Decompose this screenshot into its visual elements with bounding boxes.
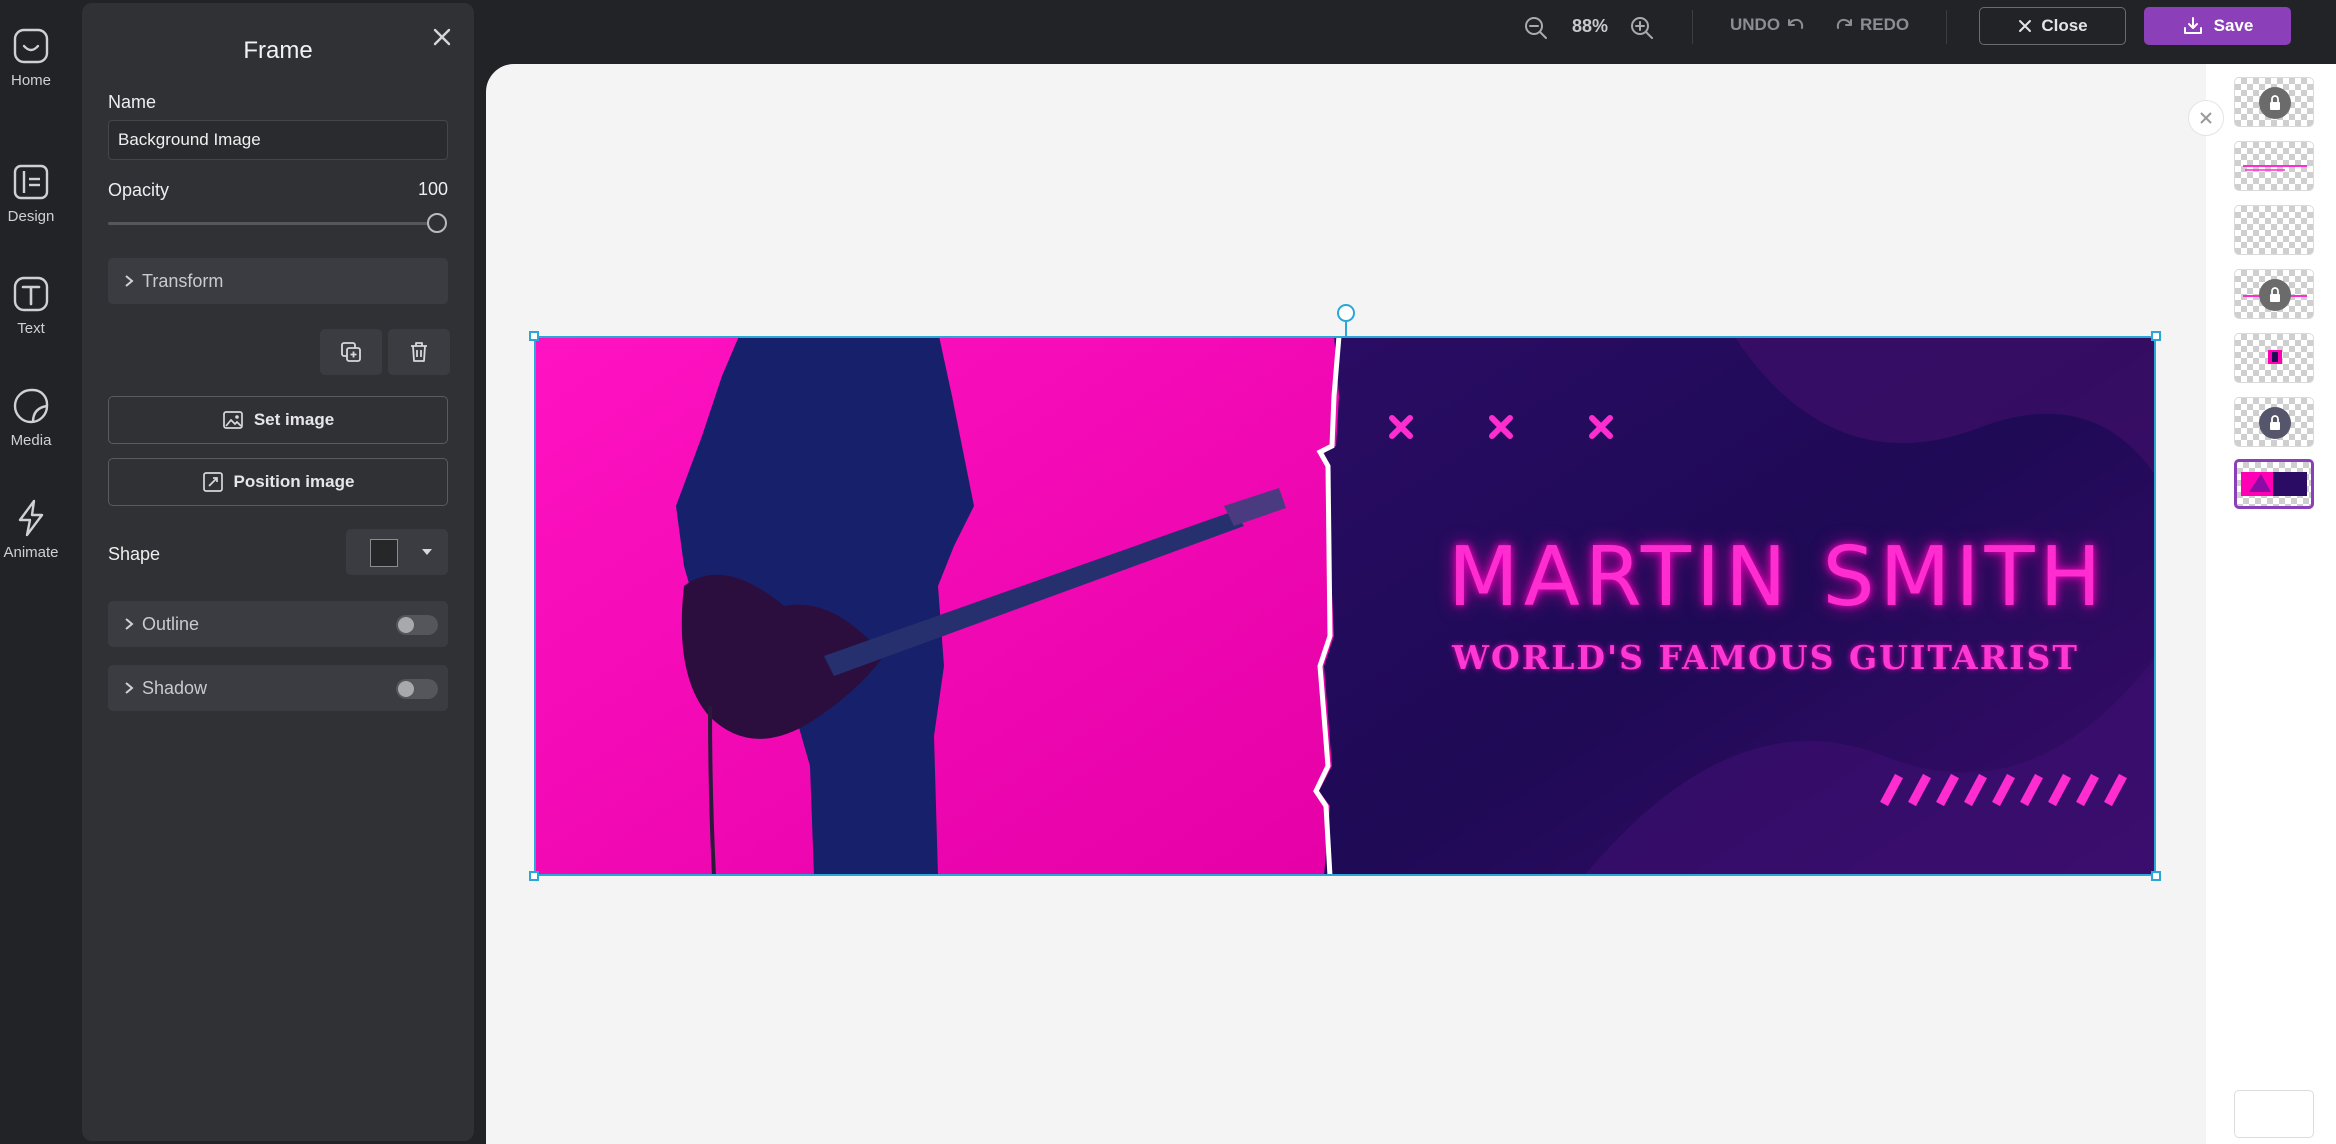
layer-thumb[interactable] bbox=[2234, 205, 2314, 255]
layer-thumb[interactable] bbox=[2234, 397, 2314, 447]
undo-button[interactable]: UNDO bbox=[1730, 14, 1806, 36]
resize-handle-top-left[interactable] bbox=[529, 331, 539, 341]
opacity-slider-track[interactable] bbox=[108, 222, 438, 225]
zoom-out-icon[interactable] bbox=[1520, 12, 1552, 44]
nav-design-label: Design bbox=[7, 208, 55, 225]
undo-label: UNDO bbox=[1730, 15, 1781, 34]
shape-swatch bbox=[370, 539, 398, 567]
close-icon bbox=[2019, 20, 2032, 32]
nav-design[interactable]: Design bbox=[0, 162, 62, 225]
nav-home-label: Home bbox=[10, 72, 51, 89]
shadow-label: Shadow bbox=[142, 677, 208, 698]
panel-title: Frame bbox=[243, 37, 313, 64]
close-label: Close bbox=[2041, 16, 2088, 35]
left-nav-rail: Home Design Text Media Animate bbox=[0, 0, 80, 1144]
rotate-stem bbox=[1345, 322, 1347, 336]
design-icon bbox=[13, 164, 49, 200]
nav-text[interactable]: Text bbox=[0, 274, 62, 337]
layer-preview bbox=[2241, 472, 2307, 496]
rotate-handle[interactable] bbox=[1337, 304, 1355, 322]
layer-thumb-background-image[interactable] bbox=[2234, 459, 2314, 509]
shape-label: Shape bbox=[108, 544, 161, 564]
outline-toggle[interactable] bbox=[396, 615, 438, 635]
shadow-toggle[interactable] bbox=[396, 679, 438, 699]
toolbar-divider bbox=[1692, 10, 1693, 44]
layer-thumb[interactable] bbox=[2234, 269, 2314, 319]
redo-icon bbox=[1836, 18, 1852, 29]
nav-media-label: Media bbox=[10, 432, 52, 449]
trash-icon bbox=[411, 342, 427, 362]
position-image-label: Position image bbox=[233, 472, 355, 491]
zoom-level: 88% bbox=[1571, 16, 1609, 36]
shape-dropdown[interactable] bbox=[346, 529, 448, 575]
delete-button[interactable] bbox=[388, 329, 450, 375]
banner-subheadline[interactable]: WORLD'S FAMOUS GUITARIST bbox=[1452, 638, 2079, 677]
nav-animate-label: Animate bbox=[3, 544, 59, 561]
caret-down-icon bbox=[422, 549, 432, 555]
crop-position-icon bbox=[202, 472, 223, 492]
nav-home[interactable]: Home bbox=[0, 26, 62, 89]
name-input[interactable] bbox=[108, 120, 448, 160]
save-button[interactable]: Save bbox=[2144, 7, 2291, 45]
redo-label: REDO bbox=[1860, 15, 1910, 34]
panel-close-icon[interactable] bbox=[428, 23, 456, 51]
layer-thumb[interactable] bbox=[2234, 333, 2314, 383]
image-icon bbox=[222, 411, 243, 429]
layer-preview bbox=[2243, 165, 2307, 171]
set-image-label: Set image bbox=[253, 410, 335, 429]
lock-icon bbox=[2259, 279, 2291, 311]
redo-button[interactable]: REDO bbox=[1834, 14, 1909, 36]
chevron-right-icon bbox=[125, 682, 134, 694]
set-image-button[interactable]: Set image bbox=[108, 396, 448, 444]
download-icon bbox=[2183, 17, 2202, 34]
nav-media[interactable]: Media bbox=[0, 386, 62, 449]
duplicate-icon bbox=[341, 342, 361, 362]
resize-handle-bottom-right[interactable] bbox=[2151, 871, 2161, 881]
position-image-button[interactable]: Position image bbox=[108, 458, 448, 506]
frame-panel: Frame Name Opacity 100 Transform Set ima… bbox=[82, 3, 474, 1141]
shadow-section[interactable]: Shadow bbox=[108, 665, 448, 711]
opacity-value: 100 bbox=[417, 179, 448, 199]
layer-preview bbox=[2268, 350, 2282, 364]
outline-label: Outline bbox=[142, 613, 200, 634]
home-icon bbox=[13, 28, 49, 64]
opacity-slider-thumb[interactable] bbox=[427, 213, 447, 233]
lock-icon bbox=[2259, 87, 2291, 119]
save-label: Save bbox=[2213, 16, 2254, 35]
undo-icon bbox=[1788, 18, 1804, 29]
close-icon bbox=[2200, 112, 2212, 124]
toolbar-divider bbox=[1946, 10, 1947, 44]
nav-text-label: Text bbox=[17, 320, 45, 337]
outline-section[interactable]: Outline bbox=[108, 601, 448, 647]
layer-thumb[interactable] bbox=[2234, 77, 2314, 127]
chevron-right-icon bbox=[125, 275, 134, 287]
transform-section[interactable]: Transform bbox=[108, 258, 448, 304]
layer-thumb[interactable] bbox=[2234, 141, 2314, 191]
zoom-in-icon[interactable] bbox=[1626, 12, 1658, 44]
top-toolbar: 88% UNDO REDO Close Save bbox=[474, 0, 2336, 58]
text-icon bbox=[13, 276, 49, 312]
resize-handle-top-right[interactable] bbox=[2151, 331, 2161, 341]
layer-thumb-empty[interactable] bbox=[2234, 1090, 2314, 1138]
transform-label: Transform bbox=[142, 270, 224, 291]
resize-handle-bottom-left[interactable] bbox=[529, 871, 539, 881]
opacity-label: Opacity bbox=[108, 180, 170, 200]
banner-headline[interactable]: MARTIN SMITH bbox=[1448, 530, 2106, 625]
chevron-right-icon bbox=[125, 618, 134, 630]
close-button[interactable]: Close bbox=[1979, 7, 2126, 45]
name-label: Name bbox=[108, 92, 157, 112]
nav-animate[interactable]: Animate bbox=[0, 498, 62, 561]
animate-icon bbox=[18, 499, 44, 537]
lock-icon bbox=[2259, 407, 2291, 439]
layers-panel-close[interactable] bbox=[2188, 100, 2224, 136]
duplicate-button[interactable] bbox=[320, 329, 382, 375]
media-icon bbox=[13, 388, 49, 424]
